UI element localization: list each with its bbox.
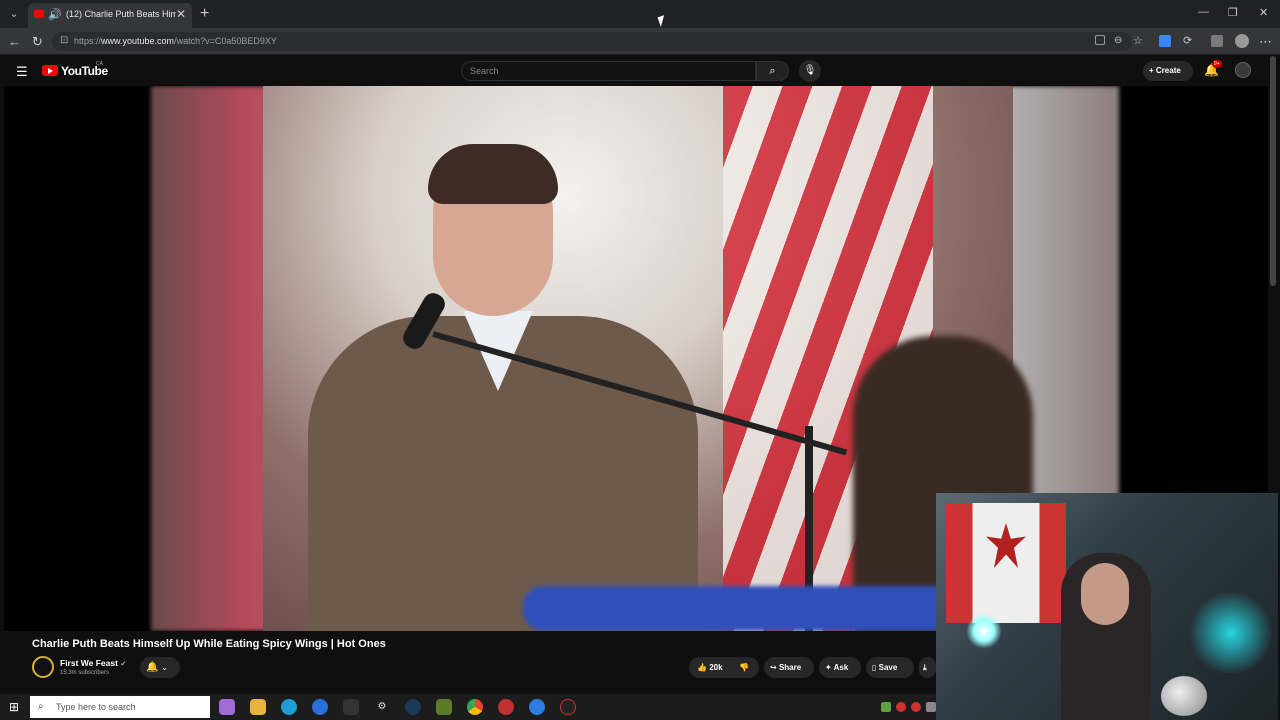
search-placeholder: Search [470, 66, 499, 76]
new-tab-button[interactable]: + [200, 5, 209, 23]
create-button[interactable]: + Create [1143, 61, 1193, 81]
steam-icon[interactable] [405, 699, 421, 715]
video-title: Charlie Puth Beats Himself Up While Eati… [32, 638, 386, 650]
bookmark-icon: ▯ [872, 663, 877, 672]
user-avatar[interactable] [1235, 62, 1251, 78]
zoom-icon[interactable]: ⊖ [1114, 35, 1122, 46]
app-icon-green[interactable] [436, 699, 452, 715]
tab-list-chevron-icon[interactable]: ⌄ [6, 6, 22, 22]
like-count: 20k [709, 663, 723, 672]
sparkle-icon: ✦ [825, 663, 832, 672]
refresh-extension-icon[interactable]: ⟳ [1183, 34, 1192, 47]
address-bar-row: ← ↻ ⊡ https://www.youtube.com/watch?v=C0… [0, 28, 1280, 55]
share-icon: ↪ [770, 663, 777, 672]
taskbar-search-input[interactable]: ⌕ Type here to search [30, 696, 210, 718]
download-icon: ⤓ [923, 663, 927, 672]
profile-avatar-icon[interactable] [1235, 34, 1249, 48]
thumbs-down-icon: 👎 [739, 663, 749, 672]
ask-button[interactable]: ✦ Ask [819, 657, 861, 678]
like-dislike-group: 👍 20k 👎 [689, 657, 759, 678]
subscription-bell-button[interactable]: 🔔 ⌄ [140, 657, 180, 678]
bell-icon: 🔔 [146, 662, 159, 673]
tab-close-icon[interactable]: ✕ [176, 7, 186, 21]
file-explorer-icon[interactable] [250, 699, 266, 715]
subscriber-count: 15.3m subscribers [60, 670, 110, 676]
channel-avatar[interactable] [32, 656, 54, 678]
dislike-button[interactable]: 👎 [739, 657, 749, 678]
page-scrollbar[interactable] [1270, 56, 1276, 286]
app-install-icon[interactable] [1095, 35, 1105, 45]
thumbs-up-icon: 👍 [697, 663, 707, 672]
share-button[interactable]: ↪ Share [764, 657, 814, 678]
search-input[interactable]: Search [461, 61, 756, 81]
copilot-icon[interactable] [219, 699, 235, 715]
tab-title: (12) Charlie Puth Beats Himse [66, 9, 176, 19]
like-button[interactable]: 👍 20k [697, 663, 723, 672]
window-minimize-button[interactable]: — [1198, 6, 1209, 18]
tray-icon-3[interactable] [911, 702, 921, 712]
region-code: CA [96, 61, 103, 67]
notification-count-badge: 9+ [1212, 60, 1222, 68]
voice-search-mic-icon[interactable]: 🎙 [799, 60, 821, 82]
tray-icon-4[interactable] [926, 702, 936, 712]
lamp-globe [1161, 676, 1207, 716]
chrome-icon[interactable] [467, 699, 483, 715]
tray-icon-1[interactable] [881, 702, 891, 712]
blurred-foreground-arm [523, 586, 1003, 631]
browser-tab-active[interactable]: 🔊 (12) Charlie Puth Beats Himse ✕ [28, 3, 192, 28]
more-menu-icon[interactable]: ⋯ [1259, 34, 1272, 50]
back-arrow-icon[interactable]: ← [8, 34, 21, 49]
url-field[interactable]: ⊡ https://www.youtube.com/watch?v=C0a50B… [52, 32, 1132, 51]
app-icon-blue-2[interactable] [529, 699, 545, 715]
windows-taskbar: ⊞ ⌕ Type here to search ⚙ [0, 694, 936, 720]
channel-name[interactable]: First We Feast ✔ [60, 658, 126, 668]
menu-hamburger-icon[interactable]: ☰ [16, 64, 28, 80]
app-icon-record[interactable] [560, 699, 576, 715]
window-restore-button[interactable]: ❐ [1228, 6, 1238, 19]
webcam-overlay [936, 493, 1278, 720]
search-button[interactable]: ⌕ [756, 61, 789, 81]
save-button[interactable]: ▯ Save [866, 657, 914, 678]
window-close-button[interactable]: ✕ [1259, 6, 1268, 19]
site-info-icon[interactable]: ⊡ [60, 35, 68, 46]
browser-tab-bar: ⌄ 🔊 (12) Charlie Puth Beats Himse ✕ + — … [0, 0, 1280, 28]
tray-icon-2[interactable] [896, 702, 906, 712]
extension-icon[interactable] [1159, 35, 1171, 47]
extensions-puzzle-icon[interactable] [1211, 35, 1223, 47]
edge-browser-icon[interactable] [281, 699, 297, 715]
favorite-star-icon[interactable]: ☆ [1133, 34, 1143, 47]
windows-start-icon[interactable]: ⊞ [9, 700, 19, 714]
app-icon-dark[interactable] [343, 699, 359, 715]
streamer-face [1081, 563, 1129, 625]
audio-playing-icon[interactable]: 🔊 [48, 8, 62, 21]
search-icon: ⌕ [38, 701, 44, 712]
lamp-light [966, 613, 1002, 649]
wall-flag [946, 503, 1066, 623]
youtube-logo-icon[interactable] [42, 65, 58, 76]
settings-gear-icon[interactable]: ⚙ [374, 699, 390, 715]
chevron-down-icon: ⌄ [161, 663, 168, 672]
cyan-light [1186, 593, 1276, 673]
reload-icon[interactable]: ↻ [32, 34, 43, 50]
person-hair [428, 144, 558, 204]
download-button[interactable]: ⤓ [919, 657, 936, 678]
app-icon-blue[interactable] [312, 699, 328, 715]
search-icon: ⌕ [769, 65, 776, 77]
youtube-header: ☰ YouTube CA Search ⌕ 🎙 + Create 🔔 9+ [0, 56, 1280, 86]
app-icon-red[interactable] [498, 699, 514, 715]
youtube-favicon-icon [34, 10, 44, 18]
url-text: https://www.youtube.com/watch?v=C0a50BED… [74, 36, 277, 46]
verified-check-icon: ✔ [120, 661, 127, 668]
video-frame [263, 86, 1033, 631]
